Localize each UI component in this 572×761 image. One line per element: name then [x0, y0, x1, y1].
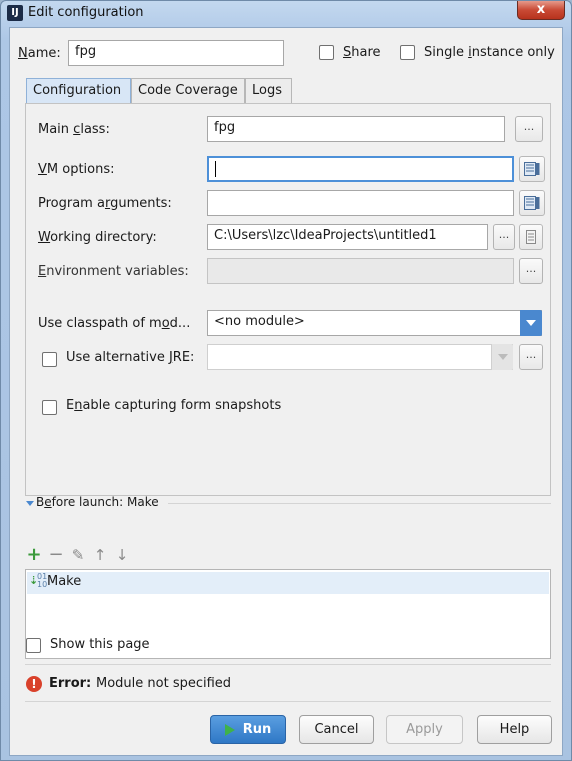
help-button[interactable]: Help [477, 715, 552, 744]
run-icon [225, 724, 235, 736]
make-icon-digits: 01 10 [37, 572, 48, 589]
collapse-triangle-icon[interactable] [26, 501, 34, 506]
alternative-jre-label: Use alternative JRE: [66, 350, 195, 365]
program-arguments-label: Program arguments: [38, 196, 172, 211]
intellij-icon: IJ [7, 5, 23, 21]
expand-editor-icon [524, 162, 540, 176]
add-icon[interactable]: + [26, 546, 42, 564]
show-page-label: Show this page [50, 637, 150, 652]
list-item[interactable]: ⇣ 01 10 Make [27, 572, 549, 594]
classpath-module-select[interactable]: <no module> [207, 310, 542, 336]
tab-configuration[interactable]: Configuration [26, 78, 131, 104]
error-message: Module not specified [96, 676, 232, 691]
working-directory-macro-button[interactable] [519, 224, 543, 250]
list-item-label: Make [47, 574, 82, 589]
vm-options-input[interactable] [207, 156, 514, 182]
tab-code-coverage[interactable]: Code Coverage [131, 78, 245, 104]
single-instance-label: Single instance only [424, 45, 555, 60]
before-launch-title: Before launch: Make [36, 495, 159, 509]
show-page-checkbox[interactable] [26, 638, 41, 653]
name-label: Name: [18, 46, 61, 61]
dialog-content: Name: fpg Share Single instance only Con… [9, 27, 563, 756]
working-directory-input[interactable]: C:\Users\lzc\IdeaProjects\untitled1 [207, 224, 488, 250]
alternative-jre-select[interactable] [207, 344, 513, 370]
name-label-rest: ame: [27, 46, 61, 61]
edit-icon[interactable]: ✎ [70, 547, 86, 563]
program-arguments-input[interactable] [207, 190, 514, 216]
working-directory-browse-button[interactable]: ... [493, 224, 515, 250]
buttons-separator [25, 701, 551, 702]
environment-variables-input[interactable] [207, 258, 514, 284]
name-input[interactable]: fpg [68, 40, 284, 66]
form-snapshots-label: Enable capturing form snapshots [66, 398, 282, 413]
alternative-jre-browse-button[interactable]: ... [519, 344, 543, 370]
run-button[interactable]: Run [210, 715, 286, 744]
main-class-input[interactable]: fpg [207, 116, 505, 142]
window-title: Edit configuration [28, 5, 144, 20]
form-snapshots-checkbox[interactable] [42, 400, 57, 415]
chevron-down-icon[interactable] [491, 344, 513, 370]
environment-variables-browse-button[interactable]: ... [519, 258, 543, 284]
remove-icon[interactable]: − [48, 546, 64, 564]
text-cursor [215, 161, 216, 177]
classpath-module-label: Use classpath of mod... [38, 316, 191, 331]
main-class-label: Main class: [38, 122, 110, 137]
title-bar: IJ Edit configuration x [1, 1, 571, 25]
single-instance-checkbox[interactable] [400, 45, 415, 60]
macro-icon [526, 230, 536, 244]
error-icon: ! [26, 676, 42, 692]
run-button-label: Run [242, 722, 272, 737]
move-up-icon[interactable]: ↑ [92, 547, 108, 563]
edit-configuration-window: IJ Edit configuration x Name: fpg Share … [0, 0, 572, 761]
classpath-module-value: <no module> [214, 314, 305, 329]
main-class-browse-button[interactable]: ... [515, 116, 543, 142]
close-button[interactable]: x [517, 1, 565, 20]
environment-variables-label: Environment variables: [38, 264, 189, 279]
configuration-panel: Main class: fpg ... VM options: Program … [25, 103, 551, 496]
tab-logs[interactable]: Logs [245, 78, 292, 104]
program-arguments-expand-button[interactable] [519, 190, 545, 216]
cancel-button[interactable]: Cancel [299, 715, 374, 744]
expand-editor-icon [524, 196, 540, 210]
share-label: Share [343, 45, 381, 60]
vm-options-label: VM options: [38, 162, 115, 177]
alternative-jre-checkbox[interactable] [42, 352, 57, 367]
before-launch-separator [168, 503, 551, 504]
error-prefix: Error: [49, 676, 92, 691]
move-down-icon[interactable]: ↓ [114, 547, 130, 563]
chevron-down-icon[interactable] [520, 310, 542, 336]
vm-options-expand-button[interactable] [519, 156, 545, 182]
share-checkbox[interactable] [319, 45, 334, 60]
working-directory-label: Working directory: [38, 230, 157, 245]
error-separator [25, 664, 551, 665]
apply-button[interactable]: Apply [386, 715, 463, 744]
